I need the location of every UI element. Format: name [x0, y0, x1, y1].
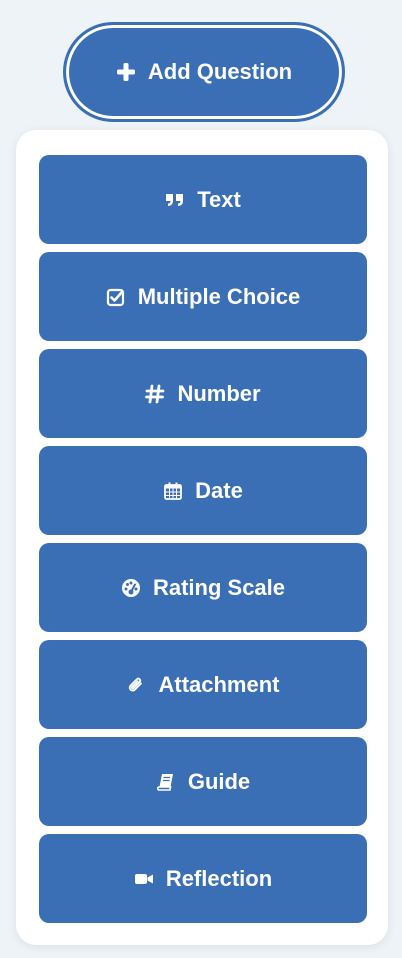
- question-type-label: Guide: [187, 768, 251, 794]
- question-type-attachment[interactable]: Attachment: [39, 640, 367, 729]
- question-type-label: Rating Scale: [152, 574, 286, 600]
- calendar-icon: [163, 481, 183, 501]
- hashtag-icon: [145, 384, 165, 404]
- question-type-date[interactable]: Date: [39, 446, 367, 535]
- quote-icon: [165, 190, 185, 210]
- question-type-number[interactable]: Number: [39, 349, 367, 438]
- question-type-label: Text: [197, 186, 241, 212]
- question-type-label: Date: [195, 477, 243, 503]
- add-question-label: Add Question: [147, 59, 293, 84]
- paperclip-icon: [126, 675, 146, 695]
- question-type-guide[interactable]: Guide: [39, 737, 367, 826]
- question-type-label: Attachment: [158, 671, 280, 697]
- gauge-icon: [121, 578, 141, 598]
- question-type-text[interactable]: Text: [39, 155, 367, 244]
- question-type-menu: Text Multiple Choice Number Date Rating …: [16, 130, 388, 945]
- question-type-multiple-choice[interactable]: Multiple Choice: [39, 252, 367, 341]
- question-type-label: Number: [177, 380, 261, 406]
- question-type-label: Multiple Choice: [137, 283, 301, 309]
- plus-icon: [116, 62, 136, 82]
- question-type-reflection[interactable]: Reflection: [39, 834, 367, 923]
- question-type-label: Reflection: [165, 865, 273, 891]
- video-camera-icon: [134, 869, 154, 889]
- checkbox-icon: [106, 287, 126, 307]
- book-icon: [156, 772, 176, 792]
- add-question-button[interactable]: Add Question: [63, 22, 345, 122]
- question-type-rating-scale[interactable]: Rating Scale: [39, 543, 367, 632]
